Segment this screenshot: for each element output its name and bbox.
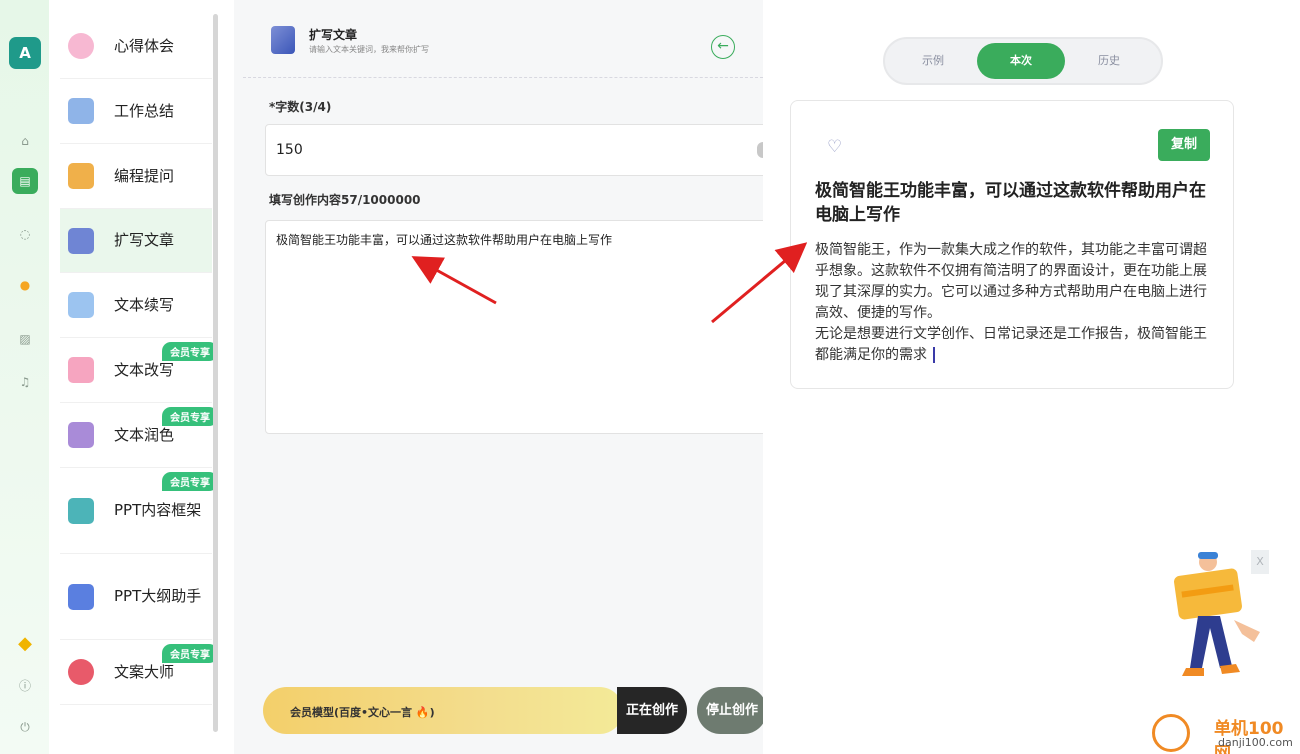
sidebar-scrollbar[interactable] xyxy=(213,14,218,732)
sidebar-item-label: 文本润色 xyxy=(114,425,175,444)
sidebar-item-label: 编程提问 xyxy=(114,166,175,185)
copy-button[interactable]: 复制 xyxy=(1158,129,1210,161)
info-icon[interactable]: ⓘ xyxy=(12,672,38,698)
sidebar-item-ppt-outline[interactable]: PPT大纲助手 xyxy=(60,554,212,640)
close-ad-button[interactable]: X xyxy=(1251,550,1269,574)
model-selector[interactable]: 会员模型(百度•文心一言 🔥) xyxy=(263,687,623,734)
person-icon xyxy=(68,659,94,685)
page-subtitle: 请输入文本关键词，我来帮你扩写 xyxy=(309,45,429,54)
sidebar-item-expand-article[interactable]: 扩写文章 xyxy=(60,209,212,273)
page-title: 扩写文章 xyxy=(309,28,358,42)
result-card: ♡ 复制 极简智能王功能丰富，可以通过这款软件帮助用户在电脑上写作 极简智能王，… xyxy=(790,100,1234,389)
sidebar-item-work-summary[interactable]: 工作总结 xyxy=(60,79,212,144)
sidebar-item-polish[interactable]: 文本润色 会员专享 xyxy=(60,403,218,468)
sidebar-item-label: PPT内容框架 xyxy=(114,501,202,519)
vip-badge: 会员专享 xyxy=(162,342,218,361)
result-paragraph: 极简智能王，作为一款集大成之作的软件，其功能之丰富可谓超乎想象。这款软件不仅拥有… xyxy=(815,242,1207,321)
scroll-icon xyxy=(68,227,94,254)
watermark: 单机100网 danji100.com xyxy=(1150,712,1300,754)
word-count-input[interactable]: 150 xyxy=(265,124,775,176)
vip-diamond-icon[interactable]: ◆ xyxy=(12,630,38,656)
document-icon[interactable]: ▤ xyxy=(12,168,38,194)
book-icon xyxy=(68,497,94,524)
vip-badge: 会员专享 xyxy=(162,644,218,663)
tab-current[interactable]: 本次 xyxy=(977,43,1065,79)
watermark-domain: danji100.com xyxy=(1218,736,1293,749)
slides-icon xyxy=(68,583,94,610)
result-title: 极简智能王功能丰富，可以通过这款软件帮助用户在电脑上写作 xyxy=(815,181,1206,225)
back-arrow-icon[interactable]: ← xyxy=(711,35,735,59)
heart-icon xyxy=(68,33,94,59)
notepad-icon xyxy=(68,292,94,318)
sidebar-item-programming[interactable]: 编程提问 xyxy=(60,144,212,209)
sidebar-item-label: 文本续写 xyxy=(114,295,175,314)
chat-icon[interactable]: ◌ xyxy=(12,221,38,247)
scroll-icon xyxy=(271,26,295,54)
sidebar-item-ppt-framework[interactable]: PPT内容框架 会员专享 xyxy=(60,468,218,554)
result-tabs: 示例 本次 历史 xyxy=(883,37,1163,85)
vip-badge: 会员专享 xyxy=(162,472,218,491)
app-logo[interactable]: A xyxy=(9,37,41,69)
tab-example[interactable]: 示例 xyxy=(889,43,977,79)
power-icon[interactable]: ⏻ xyxy=(12,714,38,740)
sidebar-item-label: PPT大纲助手 xyxy=(114,587,202,605)
worker-icon xyxy=(68,98,94,124)
orange-badge-icon[interactable]: ● xyxy=(12,272,38,298)
laptop-icon xyxy=(68,163,94,189)
frame-icon xyxy=(68,422,94,448)
image-icon[interactable]: ▨ xyxy=(12,326,38,352)
favorite-heart-icon[interactable]: ♡ xyxy=(827,137,842,157)
result-body: 极简智能王，作为一款集大成之作的软件，其功能之丰富可谓超乎想象。这款软件不仅拥有… xyxy=(815,240,1211,366)
sidebar-item-label: 心得体会 xyxy=(114,36,175,55)
music-icon[interactable]: ♫ xyxy=(12,369,38,395)
result-paragraph: 无论是想要进行文学创作、日常记录还是工作报告，极简智能王都能满足你的需求 xyxy=(815,326,1207,363)
content-label: 填写创作内容57/1000000 xyxy=(269,193,421,207)
word-count-label: *字数(3/4) xyxy=(269,100,332,114)
home-icon[interactable]: ⌂ xyxy=(12,128,38,154)
app-rail: A ⌂ ▤ ◌ ● ▨ ♫ ◆ ⓘ ⏻ xyxy=(0,0,49,754)
header-divider xyxy=(243,77,763,78)
typing-caret xyxy=(933,347,935,363)
tab-history[interactable]: 历史 xyxy=(1065,43,1153,79)
sidebar-item-reflection[interactable]: 心得体会 xyxy=(60,14,212,79)
sidebar-item-label: 工作总结 xyxy=(114,101,175,120)
main-form: 扩写文章 请输入文本关键词，我来帮你扩写 ← *字数(3/4) 150 填写创作… xyxy=(243,0,775,754)
card-icon xyxy=(68,357,94,383)
sidebar-item-rewrite[interactable]: 文本改写 会员专享 xyxy=(60,338,218,403)
content-textarea[interactable]: 极简智能王功能丰富，可以通过这款软件帮助用户在电脑上写作 xyxy=(265,220,775,434)
sidebar-item-label: 文案大师 xyxy=(114,662,175,681)
sidebar-item-label: 扩写文章 xyxy=(114,231,175,249)
feature-sidebar: 心得体会 工作总结 编程提问 扩写文章 文本续写 文本改写 会员专享 文本润色 … xyxy=(49,0,234,754)
stop-button[interactable]: 停止创作 xyxy=(697,687,767,734)
sidebar-item-label: 文本改写 xyxy=(114,360,175,379)
sidebar-item-continue-text[interactable]: 文本续写 xyxy=(60,273,212,338)
creating-button[interactable]: 正在创作 xyxy=(617,687,687,734)
sidebar-item-copywriter[interactable]: 文案大师 会员专享 xyxy=(60,640,218,705)
vip-badge: 会员专享 xyxy=(162,407,218,426)
model-label: 会员模型(百度•文心一言 🔥) xyxy=(290,706,435,719)
watermark-logo xyxy=(1152,714,1190,752)
